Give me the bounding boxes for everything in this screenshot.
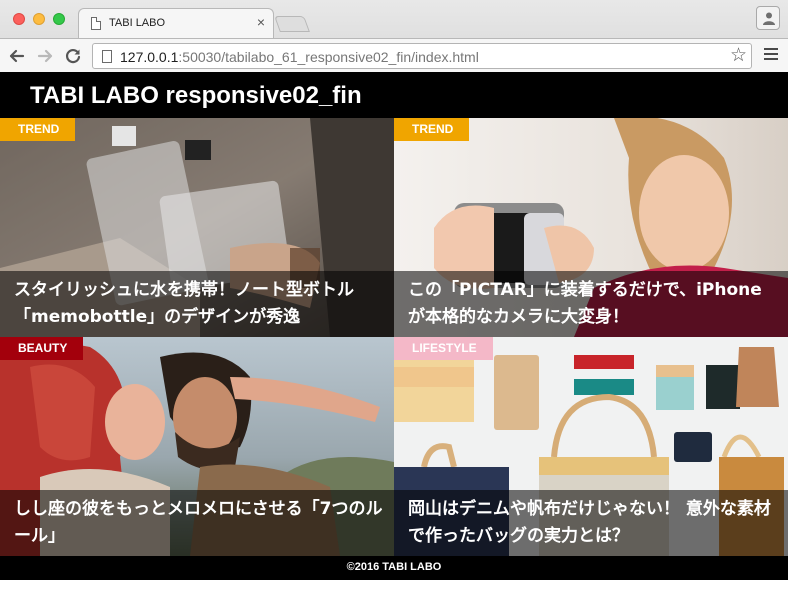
page-info-icon[interactable] [102,50,112,63]
category-badge[interactable]: TREND [0,118,76,141]
tab-title: TABI LABO [109,17,166,29]
site-title[interactable]: TABI LABO responsive02_fin [30,82,362,110]
category-badge[interactable]: BEAUTY [0,337,84,360]
article-grid: TREND スタイリッシュに水を携帯！ノート型ボトル「memobottle」のデ… [0,118,788,556]
person-icon [763,12,775,25]
forward-button[interactable] [34,45,56,67]
back-arrow-icon [9,49,25,63]
article-card-pictar[interactable]: TREND この「PICTAR」に装着するだけで、iPhoneが本格的なカメラに… [394,118,788,337]
close-tab-icon[interactable]: × [257,14,265,30]
browser-tab[interactable]: TABI LABO × [78,8,274,38]
article-card-memobottle[interactable]: TREND スタイリッシュに水を携帯！ノート型ボトル「memobottle」のデ… [0,118,394,337]
menu-icon[interactable] [764,48,778,62]
new-tab-button[interactable] [274,16,310,32]
tab-bar: TABI LABO × [0,0,788,38]
close-window-button[interactable] [13,13,25,25]
page-icon [91,17,101,30]
article-caption[interactable]: この「PICTAR」に装着するだけで、iPhoneが本格的なカメラに大変身！ [408,277,778,331]
page-bottom [0,580,788,595]
copyright-text: ©2016 TABI LABO [346,561,442,573]
minimize-window-button[interactable] [33,13,45,25]
url-host: 127.0.0.1 [120,49,179,65]
article-caption[interactable]: スタイリッシュに水を携帯！ノート型ボトル「memobottle」のデザインが秀逸 [14,277,384,331]
url-path: :50030/tabilabo_61_responsive02_fin/inde… [178,49,479,65]
back-button[interactable] [6,45,28,67]
forward-arrow-icon [37,49,53,63]
reload-button[interactable] [62,45,84,67]
article-card-bags[interactable]: LIFESTYLE 岡山はデニムや帆布だけじゃない！ 意外な素材で作ったバッグの… [394,337,788,556]
reload-icon [65,49,81,64]
url-text[interactable]: 127.0.0.1:50030/tabilabo_61_responsive02… [120,49,479,65]
browser-chrome: TABI LABO × 127.0.0.1:50030/tabilabo_61_… [0,0,788,72]
address-bar[interactable]: 127.0.0.1:50030/tabilabo_61_responsive02… [92,43,752,69]
web-page: TABI LABO responsive02_fin TREND スタイリッシュ… [0,72,788,595]
category-badge[interactable]: LIFESTYLE [394,337,493,360]
article-caption[interactable]: 岡山はデニムや帆布だけじゃない！ 意外な素材で作ったバッグの実力とは？ [408,496,778,550]
browser-toolbar: 127.0.0.1:50030/tabilabo_61_responsive02… [0,38,788,72]
article-card-leo[interactable]: BEAUTY しし座の彼をもっとメロメロにさせる「7つのルール」 [0,337,394,556]
site-header: TABI LABO responsive02_fin [0,72,788,118]
category-badge[interactable]: TREND [394,118,470,141]
zoom-window-button[interactable] [53,13,65,25]
bookmark-star-icon[interactable]: ☆ [730,46,747,66]
profile-button[interactable] [756,6,780,30]
article-caption[interactable]: しし座の彼をもっとメロメロにさせる「7つのルール」 [14,496,384,550]
site-footer: ©2016 TABI LABO [0,556,788,580]
